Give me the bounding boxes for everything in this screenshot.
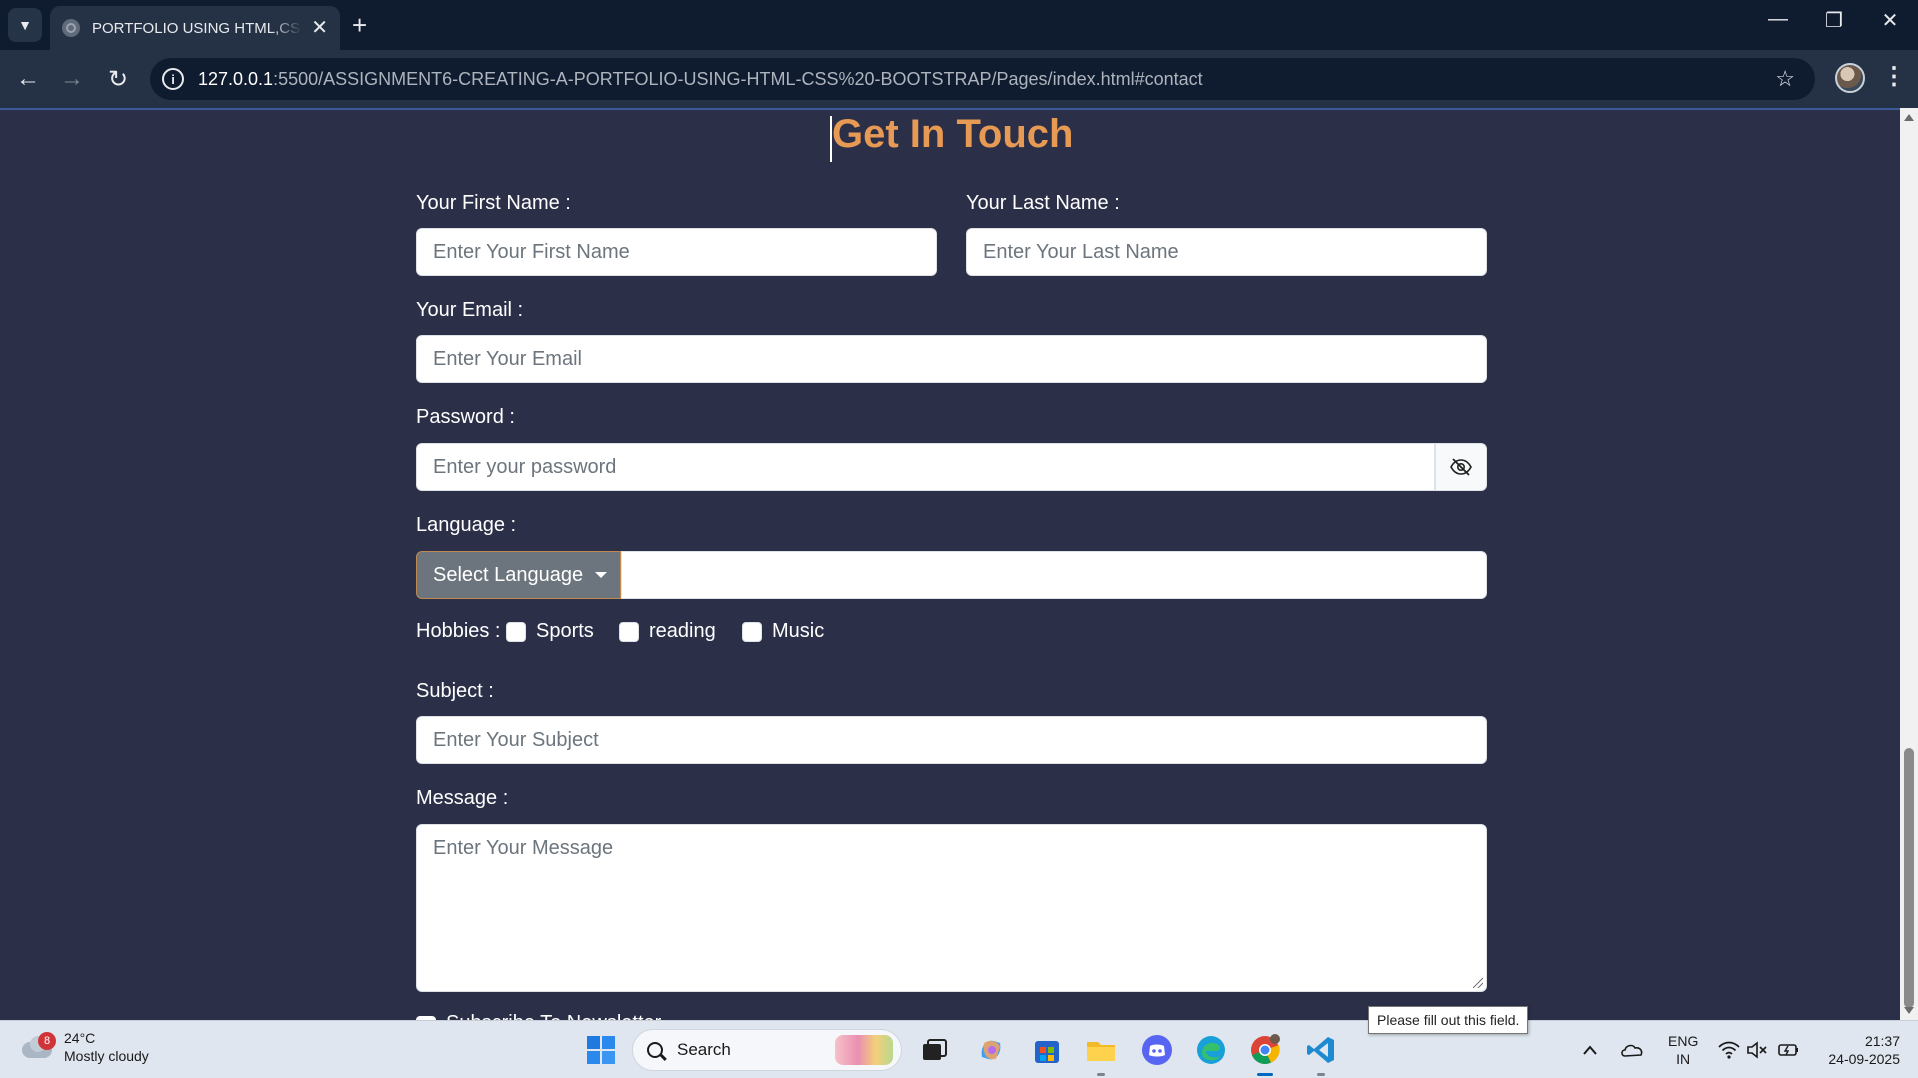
toggle-password-button[interactable] bbox=[1435, 443, 1487, 491]
message-textarea[interactable]: Enter Your Message bbox=[416, 824, 1487, 992]
newsletter-label: Subscribe To Newsletter bbox=[446, 1012, 661, 1020]
chrome-icon[interactable] bbox=[1248, 1033, 1282, 1067]
language-dropdown-button[interactable]: Select Language bbox=[416, 551, 621, 599]
cloud-icon: 8 bbox=[20, 1032, 56, 1060]
page-scrollbar[interactable] bbox=[1900, 108, 1918, 1020]
search-highlight-image bbox=[835, 1035, 893, 1065]
page-viewport: Get In Touch Your First Name : Enter You… bbox=[0, 108, 1900, 1020]
windows-start-icon[interactable] bbox=[584, 1033, 618, 1067]
vscode-icon[interactable] bbox=[1304, 1033, 1338, 1067]
input-language-indicator[interactable]: ENG IN bbox=[1668, 1021, 1698, 1078]
language-input[interactable] bbox=[621, 551, 1487, 599]
browser-toolbar: ← → ↻ i 127.0.0.1:5500/ASSIGNMENT6-CREAT… bbox=[0, 50, 1918, 108]
hobby-sports-label: Sports bbox=[536, 620, 594, 642]
subject-label: Subject : bbox=[416, 680, 494, 702]
address-bar[interactable]: i 127.0.0.1:5500/ASSIGNMENT6-CREATING-A-… bbox=[150, 58, 1815, 100]
eye-slash-icon bbox=[1450, 458, 1472, 476]
url-path: :5500/ASSIGNMENT6-CREATING-A-PORTFOLIO-U… bbox=[273, 68, 1203, 89]
forward-arrow-icon[interactable]: → bbox=[56, 63, 88, 95]
scroll-down-icon[interactable] bbox=[1904, 1007, 1914, 1014]
hobby-music-checkbox[interactable] bbox=[742, 622, 762, 642]
windows-taskbar: 8 24°C Mostly cloudy Search ENG IN 21:37… bbox=[0, 1020, 1918, 1078]
hobby-reading-checkbox[interactable] bbox=[619, 622, 639, 642]
language-dropdown-label: Select Language bbox=[433, 563, 584, 586]
globe-icon bbox=[62, 19, 80, 37]
weather-condition: Mostly cloudy bbox=[64, 1048, 149, 1064]
message-label: Message : bbox=[416, 787, 509, 809]
hobbies-label: Hobbies : bbox=[416, 620, 501, 642]
tab-title: PORTFOLIO USING HTML,CSS & BOOTSTRAP bbox=[92, 19, 302, 37]
running-indicator bbox=[1097, 1073, 1105, 1076]
restore-icon[interactable]: ❐ bbox=[1814, 8, 1854, 33]
show-hidden-icons[interactable] bbox=[1582, 1021, 1598, 1078]
profile-avatar[interactable] bbox=[1835, 63, 1865, 93]
validation-tooltip: Please fill out this field. bbox=[1368, 1006, 1529, 1034]
clock-date: 24-09-2025 bbox=[1828, 1051, 1900, 1067]
minimize-icon[interactable]: — bbox=[1758, 8, 1798, 31]
task-view-icon[interactable] bbox=[918, 1033, 952, 1067]
lang-line2: IN bbox=[1676, 1051, 1691, 1067]
running-indicator bbox=[1317, 1073, 1325, 1076]
weather-widget[interactable]: 8 24°C Mostly cloudy bbox=[20, 1029, 149, 1065]
first-name-input[interactable]: Enter Your First Name bbox=[416, 228, 937, 276]
scroll-up-icon[interactable] bbox=[1904, 114, 1914, 121]
volume-muted-icon[interactable] bbox=[1746, 1021, 1768, 1078]
first-name-label: Your First Name : bbox=[416, 192, 571, 214]
lang-line1: ENG bbox=[1668, 1033, 1699, 1049]
chevron-up-icon bbox=[1583, 1045, 1597, 1055]
language-label: Language : bbox=[416, 514, 517, 536]
url-host: 127.0.0.1 bbox=[198, 68, 274, 89]
close-tab-icon[interactable]: ✕ bbox=[311, 18, 328, 38]
password-label: Password : bbox=[416, 406, 515, 428]
copilot-icon[interactable] bbox=[974, 1033, 1008, 1067]
system-clock[interactable]: 21:37 24-09-2025 bbox=[1818, 1032, 1900, 1068]
email-input[interactable]: Enter Your Email bbox=[416, 335, 1487, 383]
browser-tab[interactable]: PORTFOLIO USING HTML,CSS & BOOTSTRAP ✕ bbox=[50, 6, 340, 50]
taskbar-search[interactable]: Search bbox=[632, 1029, 902, 1071]
clock-time: 21:37 bbox=[1864, 1033, 1900, 1049]
browser-tab-bar: ▼ PORTFOLIO USING HTML,CSS & BOOTSTRAP ✕… bbox=[0, 0, 1918, 50]
subject-input[interactable]: Enter Your Subject bbox=[416, 716, 1487, 764]
site-info-icon[interactable]: i bbox=[162, 68, 184, 90]
hobby-reading-label: reading bbox=[649, 620, 716, 642]
last-name-input[interactable]: Enter Your Last Name bbox=[966, 228, 1487, 276]
email-label: Your Email : bbox=[416, 299, 524, 321]
microsoft-store-icon[interactable] bbox=[1030, 1033, 1064, 1067]
search-icon bbox=[647, 1042, 663, 1058]
edge-icon[interactable] bbox=[1194, 1033, 1228, 1067]
active-app-indicator bbox=[1257, 1073, 1273, 1076]
tab-search-button[interactable]: ▼ bbox=[8, 8, 42, 42]
chevron-down-icon bbox=[595, 572, 608, 578]
new-tab-button[interactable]: + bbox=[352, 10, 367, 40]
onedrive-icon[interactable] bbox=[1620, 1021, 1644, 1078]
resize-handle-icon[interactable] bbox=[1473, 978, 1483, 988]
file-explorer-icon[interactable] bbox=[1084, 1033, 1118, 1067]
kebab-menu-icon[interactable]: ⋮ bbox=[1882, 62, 1906, 91]
hobby-music-label: Music bbox=[772, 620, 825, 642]
last-name-label: Your Last Name : bbox=[966, 192, 1120, 214]
battery-icon[interactable] bbox=[1776, 1021, 1800, 1078]
weather-temp: 24°C bbox=[64, 1030, 96, 1046]
weather-badge: 8 bbox=[38, 1032, 56, 1050]
hobby-sports-checkbox[interactable] bbox=[506, 622, 526, 642]
window-close-icon[interactable]: ✕ bbox=[1870, 8, 1910, 33]
page-title: Get In Touch bbox=[832, 112, 1074, 156]
discord-icon[interactable] bbox=[1140, 1033, 1174, 1067]
wifi-icon[interactable] bbox=[1718, 1021, 1740, 1078]
message-placeholder: Enter Your Message bbox=[433, 837, 614, 859]
scrollbar-thumb[interactable] bbox=[1904, 748, 1914, 1008]
taskbar-search-label: Search bbox=[677, 1040, 731, 1059]
reload-icon[interactable]: ↻ bbox=[102, 63, 134, 95]
password-input[interactable]: Enter your password bbox=[416, 443, 1435, 491]
back-arrow-icon[interactable]: ← bbox=[12, 63, 44, 95]
bookmark-star-icon[interactable]: ☆ bbox=[1775, 66, 1795, 92]
